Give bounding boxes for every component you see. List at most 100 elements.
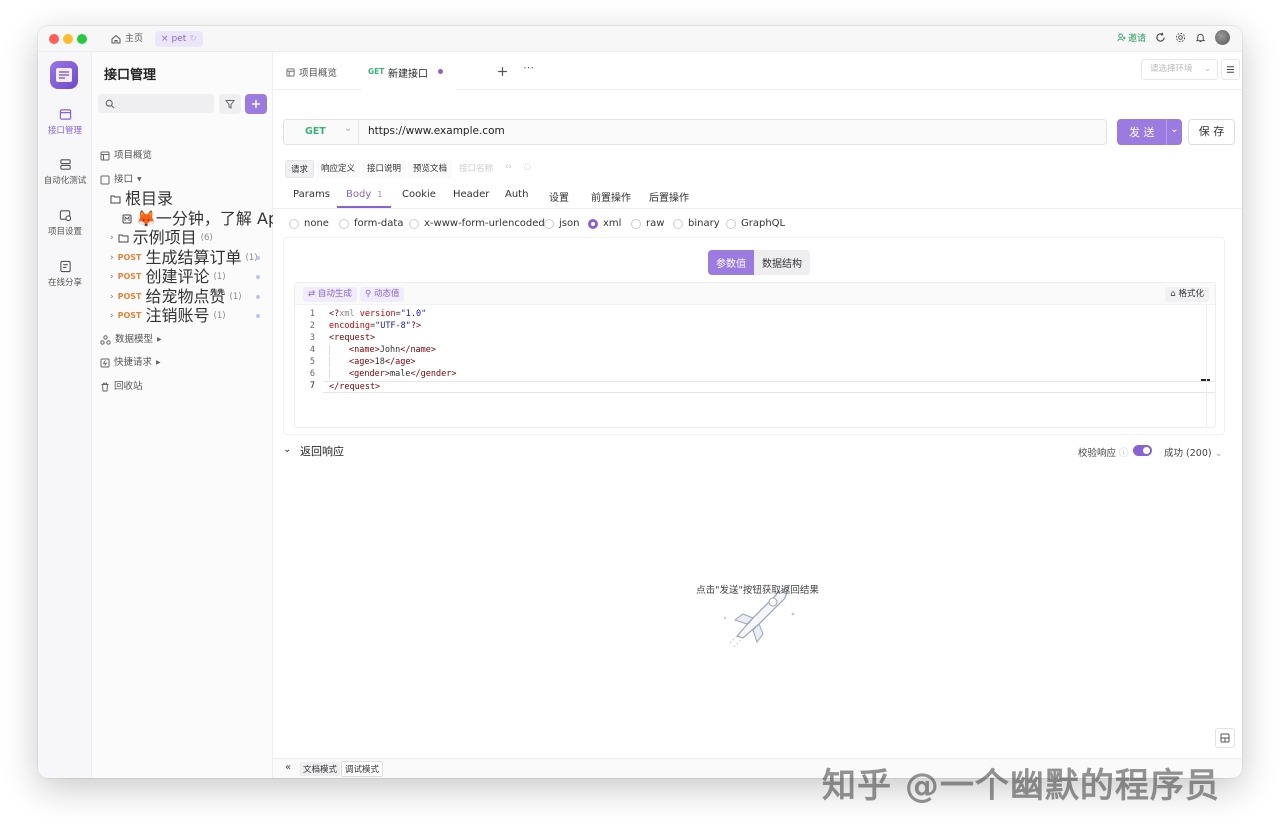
title-bar: 主页 × pet ↻ 邀请: [38, 26, 1242, 52]
send-dropdown[interactable]: ⌄: [1166, 119, 1182, 145]
sidebar-item-interfaces[interactable]: 接口 ▼: [100, 171, 142, 189]
close-tab-icon[interactable]: ×: [161, 31, 169, 47]
line-number: 5: [309, 357, 315, 367]
subtab-request[interactable]: 请求: [285, 160, 315, 178]
rail-automation[interactable]: 自动化测试: [38, 158, 92, 186]
tab-overview[interactable]: 项目概览: [286, 65, 337, 79]
body-type-urlencoded[interactable]: x-www-form-urlencoded: [409, 218, 545, 229]
body-type-xml[interactable]: xml: [588, 218, 621, 229]
tree-endpoint[interactable]: › POST 注销账号 (1): [110, 307, 270, 325]
subtab-doc[interactable]: 接口说明: [362, 160, 407, 178]
chevron-down-icon: ⌄: [344, 123, 353, 134]
chevron-right-icon: ›: [110, 253, 114, 263]
subtab-preview[interactable]: 预览文档: [408, 160, 453, 178]
tree-examples-folder[interactable]: › 示例项目 (6): [110, 229, 213, 247]
method-badge: POST: [117, 292, 142, 301]
line-number: 1: [309, 309, 315, 319]
minimize-window-button[interactable]: [63, 34, 73, 44]
close-window-button[interactable]: [49, 34, 59, 44]
code-line: <name>John</name>: [329, 345, 436, 355]
tab-params[interactable]: Params: [293, 189, 330, 200]
user-avatar[interactable]: [1215, 30, 1230, 45]
collapse-icon[interactable]: ⌄: [283, 444, 291, 455]
tab-new-endpoint[interactable]: GET 新建接口: [361, 52, 456, 90]
tab-settings[interactable]: 设置: [549, 189, 569, 204]
validate-text: 校验响应: [1078, 448, 1117, 459]
body-type-json[interactable]: json: [544, 218, 579, 229]
share-link-icon[interactable]: ◌: [519, 160, 536, 178]
rail-share[interactable]: 在线分享: [38, 260, 92, 288]
menu-button[interactable]: [1221, 59, 1240, 80]
new-tab-icon[interactable]: [497, 66, 508, 77]
invite-button[interactable]: 邀请: [1117, 31, 1146, 44]
tab-header[interactable]: Header: [453, 189, 489, 200]
status-select[interactable]: 成功 (200) ⌄: [1164, 445, 1223, 459]
subtab-response-def[interactable]: 响应定义: [316, 160, 361, 178]
sync-icon[interactable]: [1155, 32, 1166, 43]
body-type-label: json: [559, 218, 580, 229]
sidebar-item-data-models[interactable]: 数据模型 ▶: [100, 331, 162, 349]
auto-generate-button[interactable]: ⇄ 自动生成: [303, 287, 357, 302]
send-button[interactable]: 发 送 ⌄: [1117, 119, 1182, 145]
environment-select[interactable]: 请选择环境 ⌄: [1141, 59, 1218, 80]
endpoint-name: 生成结算订单: [145, 248, 242, 267]
validate-toggle[interactable]: [1133, 445, 1152, 456]
method-select[interactable]: GET ⌄: [284, 120, 359, 144]
editor-scrollbar[interactable]: [1206, 305, 1215, 427]
layout-toggle-button[interactable]: [1215, 728, 1235, 748]
code-editor[interactable]: ⇄ 自动生成 ⚲ 动态值 ⌂ 格式化 1 2 3 4 5 6 7 <?xml v…: [294, 282, 1216, 428]
line-number: 3: [309, 333, 315, 343]
bell-icon[interactable]: [1195, 32, 1206, 43]
tab-auth[interactable]: Auth: [505, 189, 528, 200]
settings-icon[interactable]: [1175, 32, 1186, 43]
tab-pre-ops[interactable]: 前置操作: [591, 189, 631, 204]
tree-endpoint[interactable]: › POST 创建评论 (1): [110, 268, 270, 286]
body-type-raw[interactable]: raw: [631, 218, 664, 229]
examples-count: (6): [200, 233, 213, 243]
add-button[interactable]: [245, 94, 267, 114]
save-button[interactable]: 保 存: [1188, 119, 1235, 145]
sidebar-item-recycle-bin[interactable]: 回收站: [100, 378, 143, 396]
segment-schema[interactable]: 数据结构: [754, 250, 810, 275]
body-type-graphql[interactable]: GraphQL: [726, 218, 785, 229]
chevron-right-icon: ›: [110, 272, 114, 282]
tab-post-ops[interactable]: 后置操作: [649, 189, 689, 204]
segment-values[interactable]: 参数值: [708, 250, 754, 275]
dynamic-value-label: 动态值: [373, 289, 400, 299]
body-type-form-data[interactable]: form-data: [339, 218, 403, 229]
rail-api-management[interactable]: 接口管理: [38, 108, 92, 136]
maximize-window-button[interactable]: [77, 34, 87, 44]
dynamic-value-button[interactable]: ⚲ 动态值: [360, 287, 405, 302]
code-icon[interactable]: ‹›: [500, 160, 517, 178]
body-type-none[interactable]: none: [289, 218, 329, 229]
code-line: encoding="UTF-8"?>: [329, 321, 422, 331]
search-input[interactable]: [98, 94, 214, 113]
doc-mode-button[interactable]: 文档模式: [300, 762, 341, 776]
tree-root-folder[interactable]: 根目录: [110, 190, 173, 208]
data-models-label: 数据模型: [115, 334, 154, 345]
tree-endpoint[interactable]: › POST 给宠物点赞 (1): [110, 288, 270, 306]
sidebar-item-overview[interactable]: 项目概览: [100, 147, 152, 165]
project-tab[interactable]: × pet ↻: [155, 31, 203, 47]
tab-body[interactable]: Body 1: [346, 189, 382, 200]
project-tab-label: pet: [171, 34, 187, 44]
send-label: 发 送: [1129, 126, 1155, 139]
body-type-binary[interactable]: binary: [673, 218, 720, 229]
format-button[interactable]: ⌂ 格式化: [1165, 287, 1209, 302]
home-tab[interactable]: 主页: [104, 31, 149, 47]
tree-endpoint[interactable]: › POST 生成结算订单 (1): [110, 249, 270, 267]
line-number: 4: [309, 345, 315, 355]
status-label: 成功 (200): [1164, 448, 1212, 459]
collapse-sidebar-icon[interactable]: «: [285, 762, 291, 773]
logo-icon: [56, 68, 72, 82]
url-input[interactable]: https://www.example.com: [368, 125, 505, 137]
debug-mode-button[interactable]: 调试模式: [341, 761, 384, 777]
invite-label: 邀请: [1127, 34, 1146, 44]
sidebar-item-quick-requests[interactable]: 快捷请求 ▶: [100, 354, 161, 372]
rail-project-settings[interactable]: 项目设置: [38, 209, 92, 237]
tab-cookie[interactable]: Cookie: [402, 189, 436, 200]
more-icon[interactable]: ⋯: [523, 61, 534, 74]
filter-button[interactable]: [219, 94, 241, 114]
data-model-icon: [100, 335, 111, 345]
endpoint-name-input[interactable]: 接口名称: [454, 160, 498, 178]
